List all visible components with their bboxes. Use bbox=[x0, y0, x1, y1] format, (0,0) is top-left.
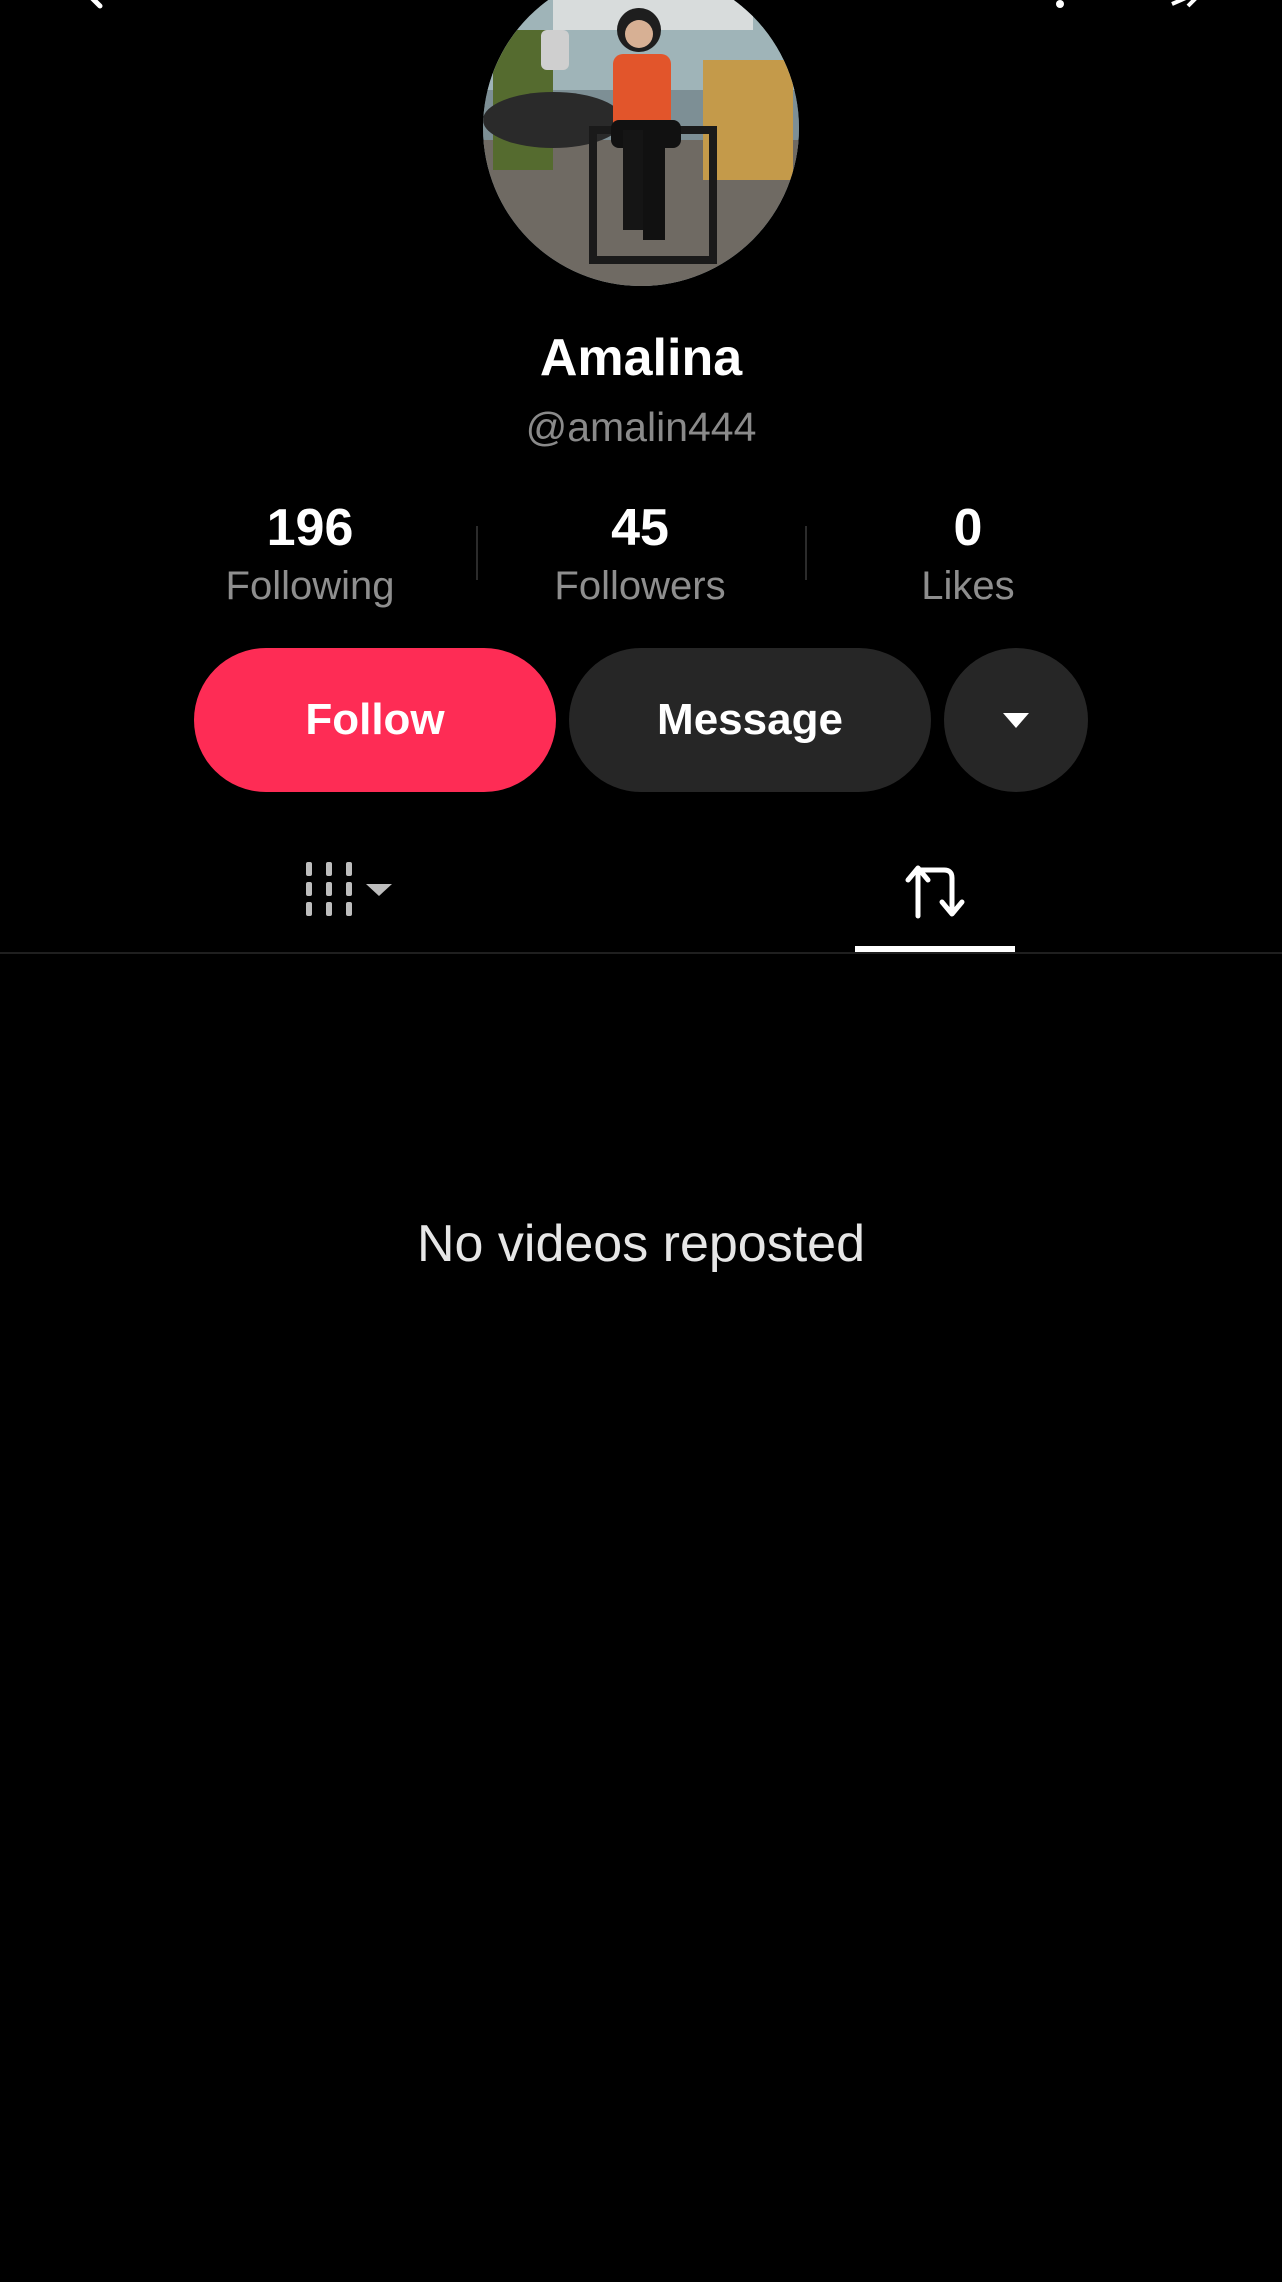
share-icon[interactable] bbox=[1168, 0, 1208, 10]
profile-page: Amalina @amalin444 196 Following 45 Foll… bbox=[0, 0, 1282, 2282]
follow-button[interactable]: Follow bbox=[194, 648, 556, 792]
stat-divider bbox=[476, 526, 478, 580]
repost-icon bbox=[905, 865, 965, 919]
profile-handle: @amalin444 bbox=[525, 404, 757, 450]
tab-reposts[interactable] bbox=[855, 830, 1015, 950]
caret-down-icon bbox=[1003, 713, 1029, 728]
notification-bell-icon[interactable] bbox=[1040, 0, 1080, 10]
empty-state-message: No videos reposted bbox=[416, 1215, 866, 1273]
back-arrow-icon[interactable] bbox=[72, 0, 112, 10]
stat-following-label: Following bbox=[225, 564, 395, 608]
message-button[interactable]: Message bbox=[569, 648, 931, 792]
stat-following-value: 196 bbox=[266, 499, 354, 557]
stat-followers-label: Followers bbox=[554, 564, 726, 608]
tabs-divider bbox=[0, 952, 1282, 954]
tab-videos[interactable] bbox=[250, 830, 450, 950]
profile-name: Amalina bbox=[539, 329, 743, 387]
stat-followers[interactable]: 45 Followers bbox=[490, 498, 790, 612]
videos-grid-icon bbox=[306, 862, 392, 916]
stat-following[interactable]: 196 Following bbox=[160, 498, 460, 612]
stat-likes[interactable]: 0 Likes bbox=[818, 498, 1118, 612]
stat-likes-label: Likes bbox=[921, 564, 1015, 608]
stat-followers-value: 45 bbox=[611, 499, 669, 557]
more-options-button[interactable] bbox=[944, 648, 1088, 792]
stat-likes-value: 0 bbox=[953, 499, 983, 557]
profile-avatar[interactable] bbox=[483, 0, 799, 286]
stat-divider bbox=[805, 526, 807, 580]
